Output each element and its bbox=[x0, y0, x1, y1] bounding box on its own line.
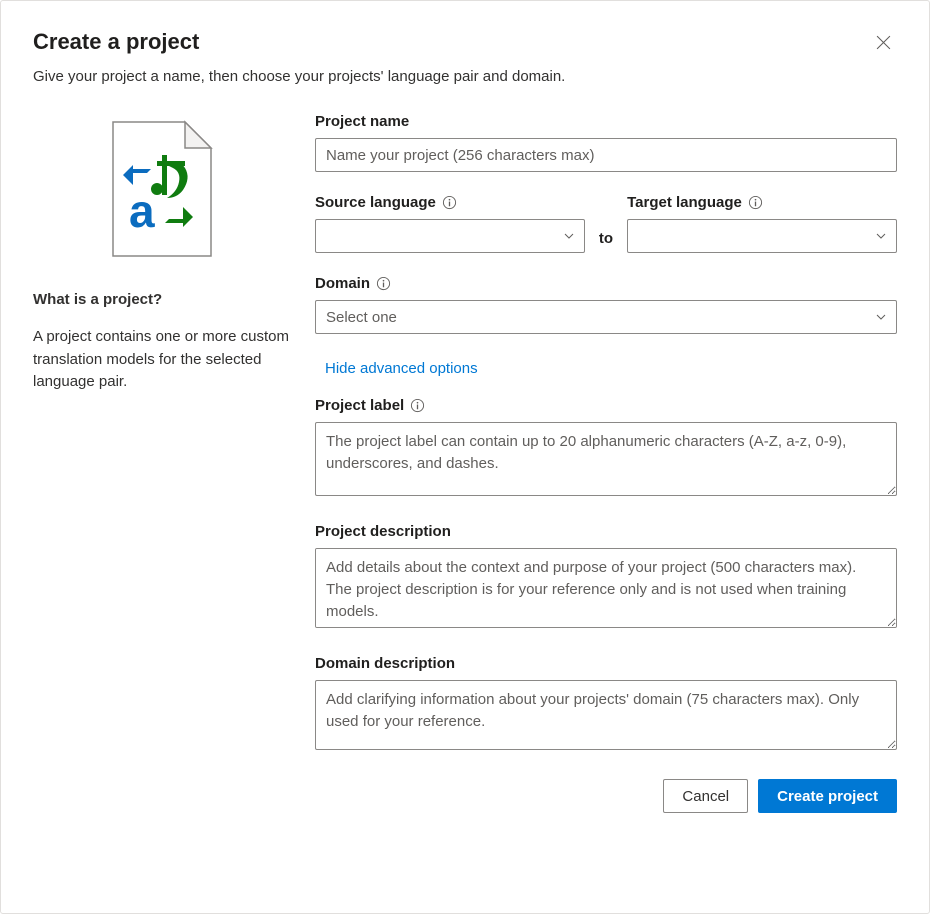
language-to-label: to bbox=[585, 230, 627, 253]
dialog-subtitle: Give your project a name, then choose yo… bbox=[33, 68, 897, 85]
target-language-select[interactable] bbox=[627, 219, 897, 253]
project-name-group: Project name bbox=[315, 113, 897, 172]
domain-description-label: Domain description bbox=[315, 655, 897, 672]
project-description-group: Project description bbox=[315, 523, 897, 633]
create-project-dialog: Create a project Give your project a nam… bbox=[0, 0, 930, 914]
translate-document-icon: a bbox=[107, 119, 217, 259]
svg-text:a: a bbox=[129, 185, 155, 237]
target-language-label-text: Target language bbox=[627, 194, 742, 211]
project-description-input[interactable] bbox=[315, 548, 897, 628]
source-language-label: Source language bbox=[315, 194, 585, 211]
sidebar-text: A project contains one or more custom tr… bbox=[33, 326, 291, 394]
close-icon bbox=[876, 35, 891, 50]
project-name-input[interactable] bbox=[315, 138, 897, 172]
close-button[interactable] bbox=[870, 29, 897, 56]
domain-group: Domain Select one bbox=[315, 275, 897, 334]
domain-label: Domain bbox=[315, 275, 897, 292]
domain-label-text: Domain bbox=[315, 275, 370, 292]
info-icon bbox=[410, 398, 425, 413]
dialog-footer: Cancel Create project bbox=[315, 779, 897, 813]
domain-select[interactable]: Select one bbox=[315, 300, 897, 334]
cancel-button[interactable]: Cancel bbox=[663, 779, 748, 813]
dialog-header: Create a project bbox=[33, 29, 897, 56]
dialog-title: Create a project bbox=[33, 29, 199, 55]
sidebar-heading: What is a project? bbox=[33, 291, 291, 308]
form: Project name Source language to bbox=[315, 113, 897, 889]
source-language-select[interactable] bbox=[315, 219, 585, 253]
project-label-input[interactable] bbox=[315, 422, 897, 496]
source-language-label-text: Source language bbox=[315, 194, 436, 211]
info-icon bbox=[442, 195, 457, 210]
domain-description-group: Domain description bbox=[315, 655, 897, 755]
language-row: Source language to Target language bbox=[315, 194, 897, 253]
project-label-group: Project label bbox=[315, 397, 897, 501]
toggle-advanced-button[interactable]: Hide advanced options bbox=[325, 360, 897, 377]
project-label-label-text: Project label bbox=[315, 397, 404, 414]
document-illustration: a bbox=[33, 119, 291, 259]
sidebar: a What is a project? A project contains … bbox=[33, 113, 291, 889]
dialog-body: a What is a project? A project contains … bbox=[33, 113, 897, 889]
domain-description-input[interactable] bbox=[315, 680, 897, 750]
project-description-label: Project description bbox=[315, 523, 897, 540]
target-language-group: Target language bbox=[627, 194, 897, 253]
project-label-label: Project label bbox=[315, 397, 897, 414]
project-name-label: Project name bbox=[315, 113, 897, 130]
info-icon bbox=[748, 195, 763, 210]
source-language-group: Source language bbox=[315, 194, 585, 253]
info-icon bbox=[376, 276, 391, 291]
create-project-button[interactable]: Create project bbox=[758, 779, 897, 813]
target-language-label: Target language bbox=[627, 194, 897, 211]
